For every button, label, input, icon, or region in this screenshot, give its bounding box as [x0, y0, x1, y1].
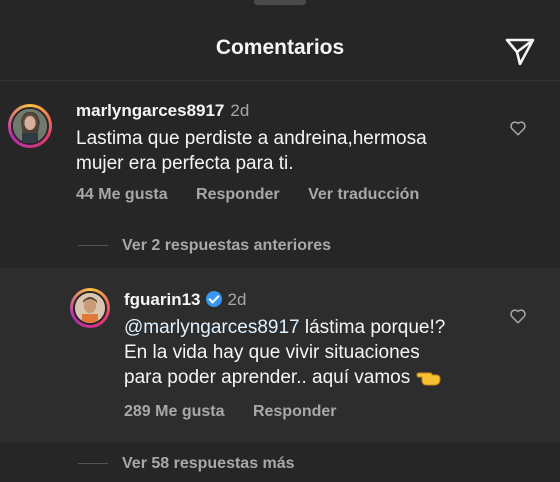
reply-text: @marlyngarces8917 lástima porque!? En la… [124, 317, 446, 388]
avatar[interactable] [8, 104, 52, 148]
comment-actions: 44 Me gusta Responder Ver traducción [76, 186, 443, 204]
comment-time: 2d [230, 101, 250, 120]
reply-username[interactable]: fguarin13 2d [124, 290, 246, 310]
reply-button[interactable]: Responder [196, 186, 280, 203]
likes-count[interactable]: 289 Me gusta [124, 403, 224, 420]
view-previous-replies[interactable]: Ver 2 respuestas anteriores [78, 237, 331, 255]
drag-handle[interactable] [254, 0, 306, 5]
avatar[interactable] [70, 288, 110, 328]
pointing-hand-emoji-icon [416, 372, 441, 386]
comment-text: Lastima que perdiste a andreina,hermosa … [76, 128, 427, 174]
translate-button[interactable]: Ver traducción [308, 186, 419, 203]
heart-icon[interactable] [509, 119, 527, 137]
reply-actions: 289 Me gusta Responder [124, 403, 361, 421]
reply-time: 2d [227, 290, 247, 309]
comment-username[interactable]: marlyngarces8917 2d [76, 101, 249, 121]
heart-icon[interactable] [509, 307, 527, 325]
send-icon[interactable] [504, 36, 536, 68]
likes-count[interactable]: 44 Me gusta [76, 186, 168, 203]
reply-comment: fguarin13 2d @marlyngarces8917 lástima po… [0, 268, 560, 442]
comments-header: Comentarios [0, 20, 560, 81]
mention-link[interactable]: @marlyngarces8917 [124, 317, 300, 338]
page-title: Comentarios [215, 36, 345, 59]
view-more-replies[interactable]: Ver 58 respuestas más [78, 455, 295, 473]
verified-badge-icon [205, 291, 222, 307]
reply-button[interactable]: Responder [253, 403, 337, 420]
